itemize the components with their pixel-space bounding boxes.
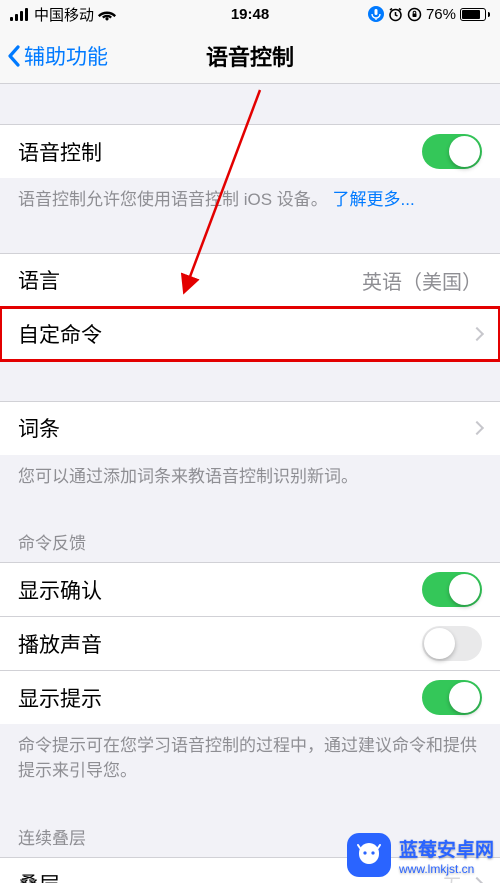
voice-control-row: 语音控制: [0, 124, 500, 178]
custom-commands-row[interactable]: 自定命令: [0, 307, 500, 361]
chevron-right-icon: [470, 877, 484, 883]
back-label: 辅助功能: [24, 41, 108, 71]
custom-commands-label: 自定命令: [18, 319, 102, 349]
show-confirmation-label: 显示确认: [18, 575, 102, 605]
play-sound-row: 播放声音: [0, 616, 500, 670]
language-row[interactable]: 语言 英语（美国）: [0, 253, 500, 307]
watermark-icon: [347, 833, 391, 877]
watermark-url: www.lmkjst.cn: [399, 862, 494, 876]
chevron-left-icon: [6, 44, 22, 68]
status-bar: 中国移动 19:48 76%: [0, 0, 500, 28]
watermark-name: 蓝莓安卓网: [399, 835, 494, 862]
vocabulary-label: 词条: [18, 413, 60, 443]
voice-control-label: 语音控制: [18, 137, 102, 167]
language-value: 英语（美国）: [362, 266, 482, 295]
back-button[interactable]: 辅助功能: [6, 28, 108, 83]
command-feedback-footer: 命令提示可在您学习语音控制的过程中，通过建议命令和提供提示来引导您。: [0, 724, 500, 783]
command-feedback-header: 命令反馈: [0, 511, 500, 562]
show-hints-label: 显示提示: [18, 683, 102, 713]
play-sound-label: 播放声音: [18, 629, 102, 659]
play-sound-switch[interactable]: [422, 626, 482, 661]
voice-control-footer: 语音控制允许您使用语音控制 iOS 设备。 了解更多...: [0, 178, 500, 213]
watermark: 蓝莓安卓网 www.lmkjst.cn: [347, 833, 494, 877]
show-confirmation-row: 显示确认: [0, 562, 500, 616]
overlay-label: 叠层: [18, 869, 60, 883]
language-label: 语言: [18, 265, 60, 295]
show-confirmation-switch[interactable]: [422, 572, 482, 607]
vocabulary-footer: 您可以通过添加词条来教语音控制识别新词。: [0, 455, 500, 490]
status-time: 19:48: [0, 6, 500, 23]
chevron-right-icon: [470, 421, 484, 435]
show-hints-row: 显示提示: [0, 670, 500, 724]
nav-bar: 辅助功能 语音控制: [0, 28, 500, 84]
battery-icon: [460, 8, 490, 21]
learn-more-link[interactable]: 了解更多...: [333, 190, 415, 209]
show-hints-switch[interactable]: [422, 680, 482, 715]
voice-control-switch[interactable]: [422, 134, 482, 169]
chevron-right-icon: [470, 327, 484, 341]
vocabulary-row[interactable]: 词条: [0, 401, 500, 455]
